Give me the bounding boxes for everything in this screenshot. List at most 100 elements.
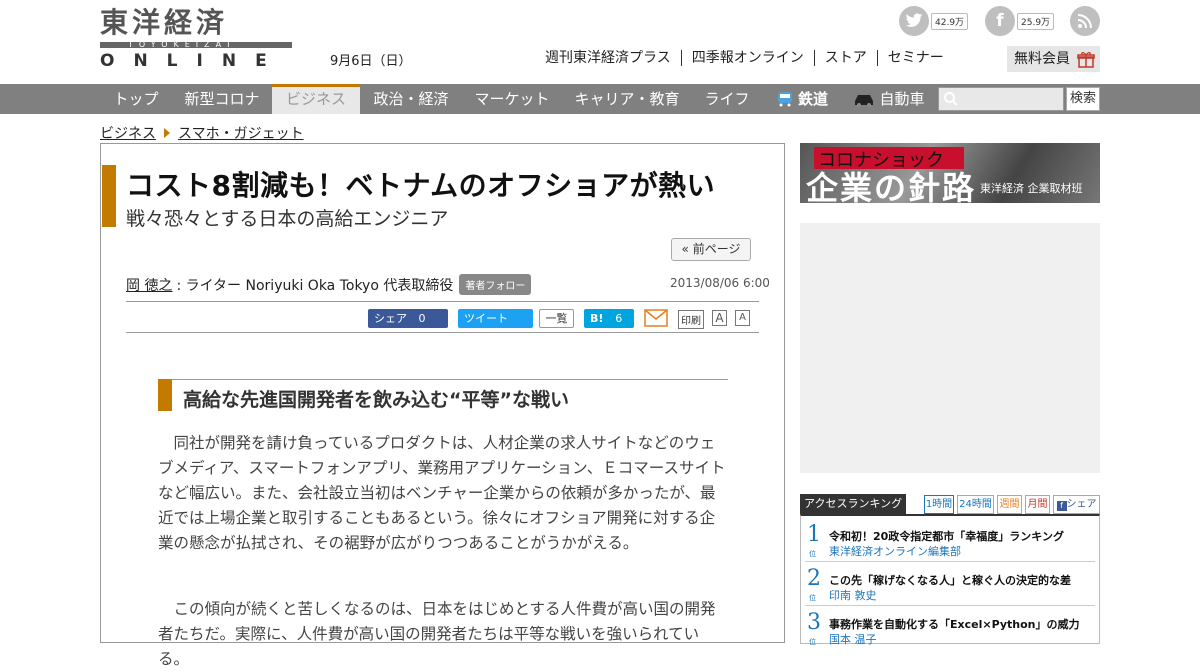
tweet-label: ツイート (464, 312, 508, 325)
article-subtitle: 戦々恐々とする日本の高給エンジニア (126, 208, 449, 230)
ranking-tab-share-label: シェア (1066, 499, 1097, 510)
nav-market[interactable]: マーケット (462, 84, 562, 114)
nav-business[interactable]: ビジネス (272, 84, 360, 114)
nav-life[interactable]: ライフ (692, 84, 762, 114)
ranking-author: 国本 温子 (829, 633, 877, 646)
article: コスト8割減も！ベトナムのオフショアが熱い 戦々恐々とする日本の高給エンジニア … (100, 143, 785, 668)
nav-automobile[interactable]: 自動車 (842, 84, 936, 114)
mail-icon[interactable] (644, 309, 668, 327)
hatena-count: 6 (615, 312, 623, 325)
logo-kanji: 東洋経済 (100, 6, 229, 39)
train-icon (777, 92, 792, 107)
nav-railway[interactable]: 鉄道 (762, 84, 842, 114)
link-store[interactable]: ストア (815, 50, 878, 66)
facebook-follow[interactable]: f 25.9万 (985, 6, 1055, 36)
font-size-large-button[interactable]: A (712, 310, 727, 326)
nav-railway-label: 鉄道 (797, 90, 828, 108)
rss-icon (1070, 6, 1100, 36)
free-member-button[interactable]: 無料会員 (1007, 46, 1100, 72)
ad-slot[interactable] (800, 223, 1100, 473)
nav-automobile-label: 自動車 (879, 90, 925, 108)
site-logo[interactable]: 東洋経済 TOYOKEIZAI ONLINE (100, 8, 292, 70)
title-accent-bar (102, 165, 116, 227)
nav-top[interactable]: トップ (100, 84, 172, 114)
section-heading: 高給な先進国開発者を飲み込む“平等”な戦い (183, 389, 569, 411)
current-date: 9月6日（日） (330, 54, 412, 69)
search-icon (944, 92, 958, 106)
breadcrumb: ビジネス スマホ・ガジェット (100, 123, 304, 143)
nav-career[interactable]: キャリア・教育 (562, 84, 692, 114)
facebook-share-button[interactable]: シェア 0 (368, 309, 448, 328)
search-button[interactable]: 検索 (1066, 87, 1100, 111)
hatena-label: B! (590, 312, 604, 325)
ranking-author: 印南 敦史 (829, 589, 877, 602)
facebook-icon: f (1056, 501, 1067, 511)
ranking-unit: 位 (809, 550, 816, 558)
ranking-item-1[interactable]: 1 位 令和初！20政令指定都市「幸福度」ランキング 東洋経済オンライン編集部 (801, 518, 1099, 562)
link-weekly-plus[interactable]: 週刊東洋経済プラス (535, 50, 682, 66)
breadcrumb-smartphone[interactable]: スマホ・ガジェット (178, 123, 304, 143)
ranking-author: 東洋経済オンライン編集部 (829, 545, 961, 558)
font-size-small-button[interactable]: A (735, 310, 750, 326)
search-input[interactable] (938, 87, 1064, 111)
ranking-tab-monthly[interactable]: 月間 (1025, 495, 1050, 514)
twitter-count: 42.9万 (931, 12, 969, 30)
banner-main-text: 企業の針路 (806, 169, 977, 203)
author-role: : ライター Noriyuki Oka Tokyo 代表取締役 (176, 277, 454, 294)
ranking-tab-share[interactable]: f シェア (1053, 495, 1100, 514)
tweet-list-button[interactable]: 一覧 (539, 309, 574, 328)
ranking-item-2[interactable]: 2 位 この先「稼げなくなる人」と稼ぐ人の決定的な差 印南 敦史 (801, 562, 1099, 606)
ranking-tab-1h[interactable]: 1時間 (924, 495, 954, 514)
member-label: 無料会員 (1014, 51, 1070, 67)
print-button[interactable]: 印刷 (678, 310, 704, 329)
ranking-number: 1 (807, 522, 821, 547)
ranking-number: 3 (807, 610, 821, 635)
facebook-count: 25.9万 (1017, 12, 1055, 30)
nav-politics[interactable]: 政治・経済 (360, 84, 462, 114)
share-bar: シェア 0 ツイート 一覧 B! 6 印刷 A A (126, 301, 759, 333)
ranking-tab-24h[interactable]: 24時間 (957, 495, 994, 514)
rss-link[interactable] (1070, 6, 1100, 36)
breadcrumb-business[interactable]: ビジネス (100, 123, 156, 143)
ranking-unit: 位 (809, 594, 816, 602)
ranking-item-3[interactable]: 3 位 事務作業を自動化する「Excel×Python」の威力 国本 温子 (801, 606, 1099, 650)
fb-share-label: シェア (374, 312, 407, 325)
ranking-header: アクセスランキング 1時間 24時間 週間 月間 f シェア (800, 494, 1100, 514)
ranking-number: 2 (807, 566, 821, 591)
logo-online: ONLINE (100, 51, 286, 71)
gift-icon (1077, 52, 1095, 68)
publish-date: 2013/08/06 6:00 (670, 276, 770, 290)
link-seminar[interactable]: セミナー (878, 50, 954, 66)
article-title: コスト8割減も！ベトナムのオフショアが熱い (126, 169, 716, 202)
chevron-right-icon (164, 128, 170, 138)
hatena-bookmark-button[interactable]: B! 6 (584, 309, 634, 328)
ranking-title-text: この先「稼げなくなる人」と稼ぐ人の決定的な差 (829, 574, 1071, 587)
author-follow-button[interactable]: 著者フォロー (459, 274, 532, 295)
site-header: 東洋経済 TOYOKEIZAI ONLINE 9月6日（日） 週刊東洋経済プラス… (0, 0, 1200, 84)
twitter-icon (899, 6, 929, 36)
tweet-button[interactable]: ツイート (458, 309, 533, 328)
section-divider (158, 379, 728, 380)
author-name[interactable]: 岡 徳之 (126, 275, 172, 295)
ranking-title-text: 令和初！20政令指定都市「幸福度」ランキング (829, 530, 1064, 543)
car-icon (855, 95, 874, 107)
paragraph-2: この傾向が続くと苦しくなるのは、日本をはじめとする人件費が高い国の開発者たちだ。… (158, 600, 716, 668)
fb-share-count: 0 (418, 312, 426, 325)
link-shikiho[interactable]: 四季報オンライン (682, 50, 815, 66)
top-links: 週刊東洋経済プラス 四季報オンライン ストア セミナー (535, 50, 954, 66)
paragraph-1: 同社が開発を請け負っているプロダクトは、人材企業の求人サイトなどのウェブメディア… (158, 434, 726, 552)
facebook-icon: f (985, 6, 1015, 36)
follow-label: 著者フォロー (465, 281, 526, 292)
ranking-list: 1 位 令和初！20政令指定都市「幸福度」ランキング 東洋経済オンライン編集部 … (800, 514, 1100, 646)
corona-shock-banner[interactable]: コロナショック 企業の針路 東洋経済 企業取材班 (800, 143, 1100, 203)
ranking-title: アクセスランキング (800, 494, 906, 514)
author-line: 岡 徳之 : ライター Noriyuki Oka Tokyo 代表取締役 著者フ… (126, 274, 532, 295)
ranking-unit: 位 (809, 638, 816, 646)
logo-sub: TOYOKEIZAI (128, 40, 236, 49)
section-accent-bar (158, 379, 172, 411)
twitter-follow[interactable]: 42.9万 (899, 6, 969, 36)
nav-corona[interactable]: 新型コロナ (172, 84, 272, 114)
ranking-tab-weekly[interactable]: 週間 (997, 495, 1022, 514)
banner-credit: 東洋経済 企業取材班 (980, 182, 1083, 195)
prev-page-button[interactable]: « 前ページ (671, 238, 751, 261)
